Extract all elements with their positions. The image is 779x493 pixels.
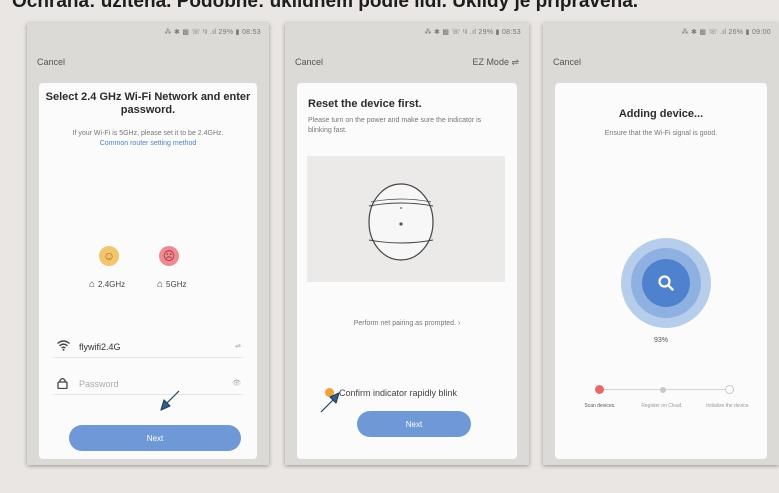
content-card: Adding device... Ensure that the Wi-Fi s… <box>555 83 767 459</box>
band-24ghz-label: 2.4GHz <box>98 280 126 289</box>
cancel-button[interactable]: Cancel <box>553 57 581 67</box>
lock-icon <box>57 377 68 392</box>
progress-percent: 93% <box>653 337 668 344</box>
wifi-icon <box>57 340 70 354</box>
page-caption: Ochrana: uzitena. Podobne: uklidnem podl… <box>12 0 639 12</box>
step-dot-register <box>660 387 666 393</box>
page-title: Reset the device first. <box>308 98 422 110</box>
device-illustration <box>307 156 505 282</box>
band-5ghz: ⌂ 5GHz <box>157 279 187 290</box>
page-title: Select 2.4 GHz Wi-Fi Network and enter p… <box>45 91 251 116</box>
router-icon: ⌂ <box>89 279 96 290</box>
step-dot-scan <box>595 385 604 394</box>
step-label-register: Register on Cloud. <box>641 403 683 409</box>
step-label-scan: Scan devices. <box>584 403 616 409</box>
happy-face-icon: ☺ <box>99 246 119 266</box>
password-input[interactable]: Password <box>79 379 119 389</box>
show-password-icon[interactable]: 👁 <box>232 379 241 387</box>
pointer-arrow-icon <box>160 390 180 411</box>
wifi-name: flywifi2.4G <box>79 342 121 352</box>
signal-note: Ensure that the Wi-Fi signal is good. <box>604 130 718 137</box>
cancel-button[interactable]: Cancel <box>37 57 65 67</box>
confirm-blink-checkbox[interactable]: Confirm indicator rapidly blink <box>325 388 457 398</box>
status-bar: ⁂ ✱ ▩ ☏ ᵗᵍ .ıl 29% ▮ 08:53 <box>164 29 261 36</box>
router-icon: ⌂ <box>157 279 164 290</box>
cancel-button[interactable]: Cancel <box>295 57 323 67</box>
phone-screen-reset-device: ⁂ ✱ ▩ ☏ ᵗᵍ .ıl 29% ▮ 08:53 Cancel EZ Mod… <box>285 23 529 465</box>
band-24ghz: ⌂ 2.4GHz <box>89 279 125 290</box>
switch-network-icon[interactable]: ⇌ <box>235 342 241 350</box>
step-dot-initialize <box>725 385 734 394</box>
search-icon <box>642 259 690 307</box>
status-bar: ⁂ ✱ ▩ ☏ .ıl 26% ▮ 09:00 <box>681 29 771 36</box>
band-5ghz-label: 5GHz <box>166 280 187 289</box>
password-field[interactable]: Password 👁 <box>53 375 243 395</box>
ez-mode-button[interactable]: EZ Mode ⇌ <box>472 57 519 68</box>
confirm-blink-label: Confirm indicator rapidly blink <box>339 388 458 398</box>
page-title: Adding device... <box>618 108 704 120</box>
wifi-note: If your Wi-Fi is 5GHz, please set it to … <box>65 129 231 149</box>
router-setting-link[interactable]: Common router setting method <box>100 140 197 147</box>
sad-face-icon: ☹ <box>159 246 179 266</box>
status-bar: ⁂ ✱ ▩ ☏ ᵗᵍ .ıl 29% ▮ 08:53 <box>424 29 521 36</box>
content-card: Select 2.4 GHz Wi-Fi Network and enter p… <box>39 83 257 459</box>
wifi-field[interactable]: flywifi2.4G ⇌ <box>53 338 243 358</box>
next-button[interactable]: Next <box>357 411 471 437</box>
next-button[interactable]: Next <box>69 425 241 451</box>
wifi-note-text: If your Wi-Fi is 5GHz, please set it to … <box>72 130 224 137</box>
pointer-arrow-icon <box>320 392 340 413</box>
phone-screen-network-select: ⁂ ✱ ▩ ☏ ᵗᵍ .ıl 29% ▮ 08:53 Cancel Select… <box>27 23 269 465</box>
pairing-prompt-link[interactable]: Perform net pairing as prompted. › <box>297 320 517 327</box>
reset-note: Please turn on the power and make sure t… <box>308 117 482 134</box>
phone-screen-adding-device: ⁂ ✱ ▩ ☏ .ıl 26% ▮ 09:00 Cancel Adding de… <box>543 23 779 465</box>
step-label-initialize: Initialize the device. <box>706 403 750 409</box>
